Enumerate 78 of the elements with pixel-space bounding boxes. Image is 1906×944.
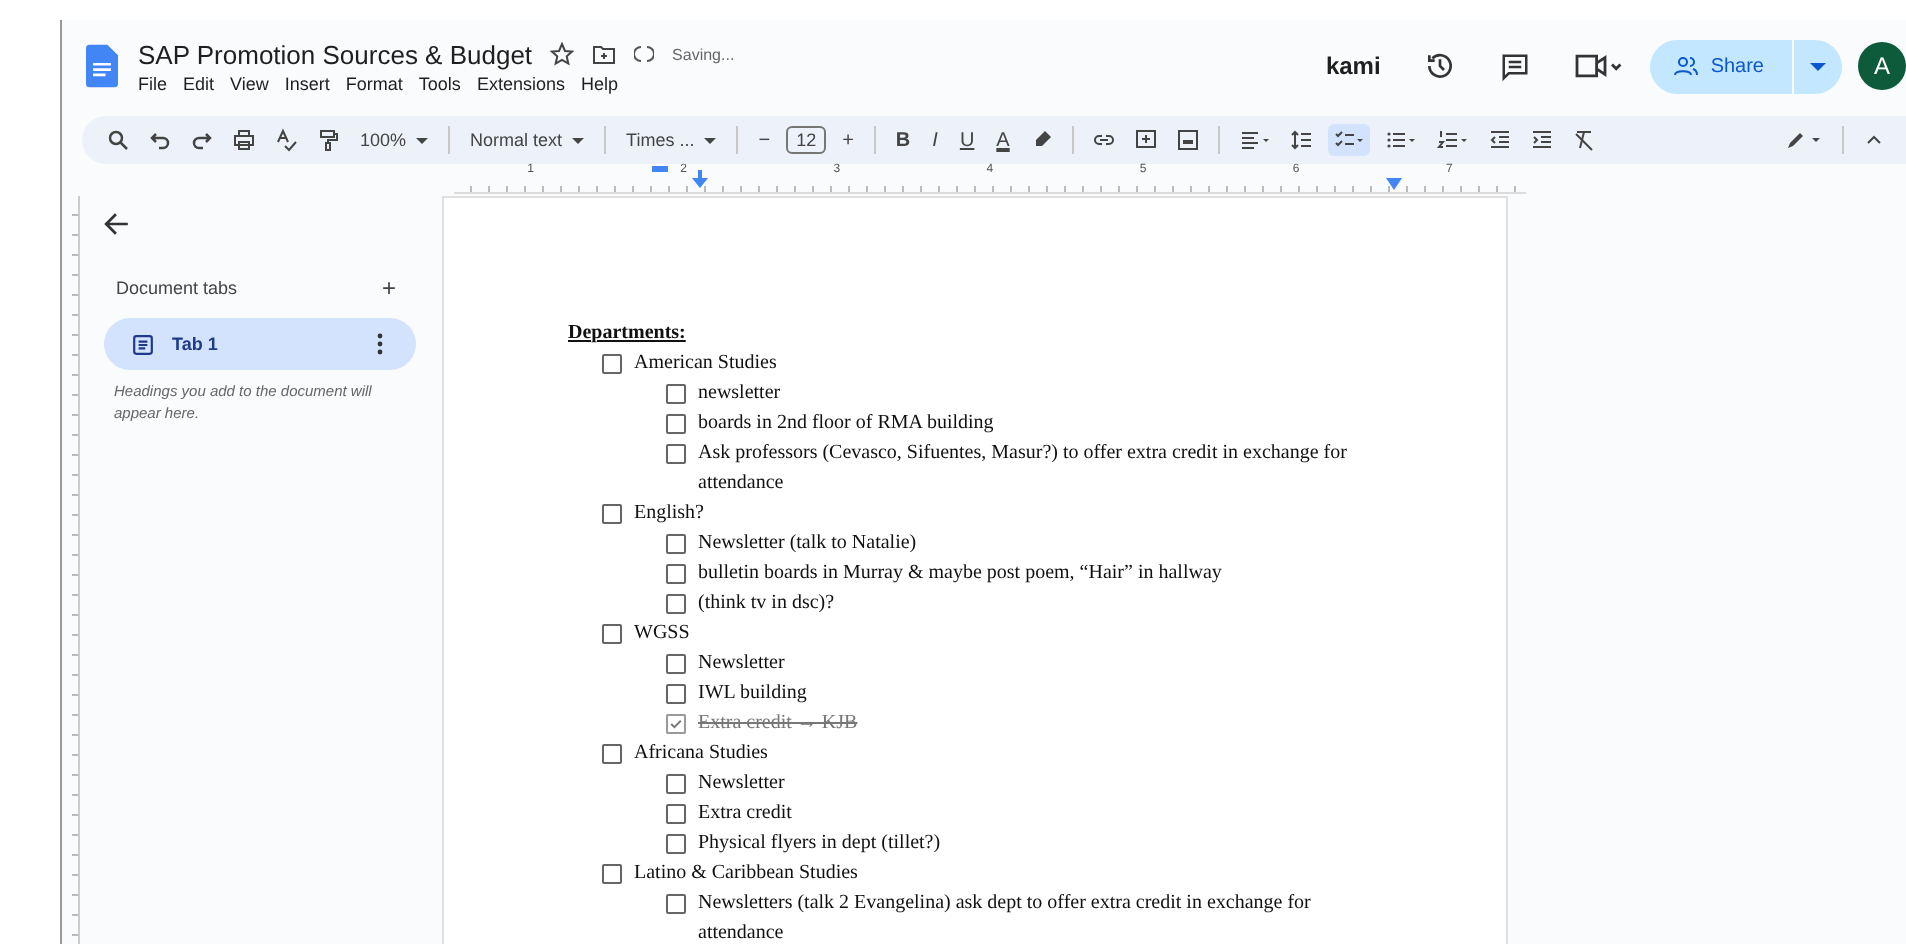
checklist-text: IWL building <box>698 680 807 708</box>
menu-item[interactable]: Help <box>580 73 618 93</box>
checkbox[interactable] <box>666 444 686 464</box>
checklist-icon[interactable] <box>1327 124 1370 156</box>
checklist-text: Extra credit → KJB <box>698 710 858 738</box>
document-tab[interactable]: Tab 1 <box>104 318 416 370</box>
menu-item[interactable]: Format <box>345 73 403 93</box>
extension-button[interactable]: kami <box>1325 52 1381 80</box>
tab-stop-icon[interactable] <box>690 170 710 190</box>
bold-button[interactable]: B <box>889 129 917 151</box>
italic-button[interactable]: I <box>926 129 944 151</box>
document-icon[interactable] <box>86 44 118 88</box>
checklist-text: (think tv in dsc)? <box>698 590 835 618</box>
more-icon[interactable] <box>376 332 384 356</box>
checkbox[interactable] <box>666 684 686 704</box>
folder-icon[interactable] <box>592 43 617 65</box>
checkbox[interactable] <box>666 534 686 554</box>
menu-item[interactable]: View <box>230 73 269 93</box>
share-button[interactable]: Share <box>1650 39 1842 93</box>
account-avatar[interactable]: A <box>1858 42 1906 90</box>
checklist-text: Latino & Caribbean Studies <box>634 860 858 888</box>
checklist-text: Physical flyers in dept (tillet?) <box>698 830 941 858</box>
checklist-text: newsletter <box>698 380 781 408</box>
checkbox[interactable] <box>666 834 686 854</box>
checklist-text: Newsletters (talk 2 Evangelina) ask dept to offer extra credit in exchange for attendance <box>698 890 1313 944</box>
caret-icon[interactable] <box>1810 61 1826 71</box>
checkbox[interactable] <box>666 594 686 614</box>
checklist-text: WGSS <box>634 620 690 648</box>
increase-size-button[interactable]: + <box>836 129 860 151</box>
decrease-size-button[interactable]: − <box>752 129 777 151</box>
checkbox[interactable] <box>666 714 686 734</box>
checkbox[interactable] <box>602 744 622 764</box>
checklist-text: English? <box>634 500 704 528</box>
checkbox[interactable] <box>602 504 622 524</box>
checklist-text: Newsletter (talk to Natalie) <box>698 530 917 558</box>
star-icon[interactable] <box>550 42 575 66</box>
sidebar-title: Document tabs <box>116 278 238 298</box>
history-icon[interactable] <box>1424 50 1457 82</box>
checkbox[interactable] <box>666 774 686 794</box>
checklist-text: Africana Studies <box>634 740 768 768</box>
menu-item[interactable]: File <box>138 73 168 93</box>
checklist-text: boards in 2nd floor of RMA building <box>698 410 994 438</box>
checkbox[interactable] <box>602 864 622 884</box>
people-icon <box>1674 56 1699 76</box>
checklist-text: Newsletter <box>698 770 785 798</box>
checkbox[interactable] <box>666 564 686 584</box>
checkbox[interactable] <box>666 414 686 434</box>
sync-icon <box>634 44 655 64</box>
print-icon[interactable] <box>228 124 260 156</box>
add-tab-button[interactable]: + <box>381 278 396 298</box>
menu-item[interactable]: Tools <box>418 73 461 93</box>
font-size-field[interactable]: 12 <box>786 126 827 154</box>
checkbox[interactable] <box>602 354 622 374</box>
document-icon <box>132 333 154 355</box>
checklist-text: Ask professors (Cevasco, Sifuentes, Masur?) to offer extra credit in exchange for attendance <box>698 440 1349 498</box>
checkbox[interactable] <box>666 384 686 404</box>
comment-icon[interactable] <box>1500 51 1531 81</box>
document-heading: Departments: <box>568 320 688 348</box>
checkbox[interactable] <box>666 894 686 914</box>
checklist-text: bulletin boards in Murray & maybe post poem, “Hair” in hallway <box>698 560 1222 588</box>
font-dropdown[interactable]: Times ... <box>620 130 723 150</box>
checklist-text: American Studies <box>634 350 777 378</box>
checkbox[interactable] <box>666 804 686 824</box>
checkbox[interactable] <box>602 624 622 644</box>
menu-item[interactable]: Extensions <box>476 73 565 93</box>
checkbox[interactable] <box>666 654 686 674</box>
checklist-text: Extra credit <box>698 800 792 828</box>
menu-item[interactable]: Insert <box>284 73 330 93</box>
text-color-button[interactable]: A <box>990 129 1016 151</box>
zoom-dropdown[interactable]: 100% <box>354 130 435 150</box>
save-status: Saving... <box>672 45 735 63</box>
document-title[interactable]: SAP Promotion Sources & Budget <box>138 39 533 69</box>
back-arrow-icon[interactable] <box>104 212 130 236</box>
menu-item[interactable]: Edit <box>183 73 215 93</box>
video-call-icon[interactable] <box>1574 52 1623 80</box>
style-dropdown[interactable]: Normal text <box>464 130 591 150</box>
underline-button[interactable]: U <box>953 129 981 151</box>
checklist-text: Newsletter <box>698 650 785 678</box>
